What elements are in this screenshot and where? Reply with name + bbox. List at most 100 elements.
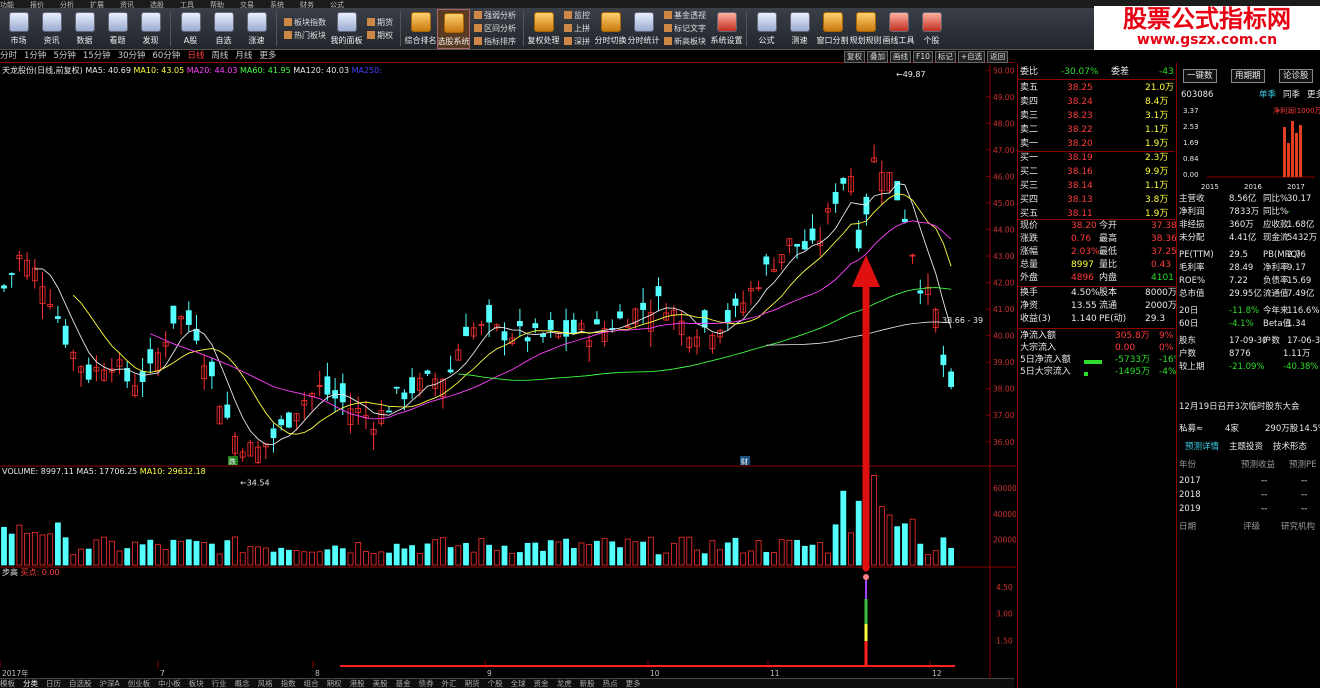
bottom-tab[interactable]: 外汇 [442, 679, 457, 688]
bottom-tab[interactable]: 模板 [0, 679, 15, 688]
menu-item[interactable]: 选股 [150, 1, 164, 8]
toolbar-small-button[interactable]: 板块指数 [284, 16, 326, 29]
period-tab[interactable]: 1分钟 [24, 51, 46, 61]
toolbar-button[interactable]: 我的面板 [330, 9, 363, 49]
menu-item[interactable]: 资讯 [120, 1, 134, 8]
bottom-tab[interactable]: 日历 [46, 679, 61, 688]
bottom-tab[interactable]: 期货 [465, 679, 480, 688]
bottom-tab[interactable]: 资金 [534, 679, 549, 688]
toolbar-small-button[interactable]: 监控 [564, 9, 590, 22]
menu-item[interactable]: 交易 [240, 1, 254, 8]
chart-tool-button[interactable]: 标记 [934, 51, 956, 63]
bottom-tab[interactable]: 美股 [373, 679, 388, 688]
period-tab[interactable]: 更多 [259, 51, 276, 61]
bottom-tab[interactable]: 行业 [212, 679, 227, 688]
bottom-tab[interactable]: 更多 [626, 679, 641, 688]
toolbar-button[interactable]: 个股 [915, 9, 948, 49]
chart-tool-button[interactable]: +自选 [957, 51, 986, 63]
bottom-tab[interactable]: 风格 [258, 679, 273, 688]
toolbar-small-button[interactable]: 期货 [367, 16, 393, 29]
toolbar-button[interactable]: 测速 [783, 9, 816, 49]
period-tab[interactable]: 月线 [235, 51, 252, 61]
toolbar-small-button[interactable]: 深拼 [564, 35, 590, 48]
toolbar-button[interactable]: 看题 [101, 9, 134, 49]
bottom-tab[interactable]: 分类 [23, 679, 38, 688]
chart-tool-button[interactable]: 画线 [890, 51, 911, 63]
period-tab[interactable]: 日线 [187, 51, 204, 61]
menu-item[interactable]: 扩展 [90, 1, 104, 8]
toolbar-button[interactable]: 规划规则 [849, 9, 882, 49]
bottom-tab[interactable]: 概念 [235, 679, 250, 688]
bottom-tab[interactable]: 个股 [488, 679, 503, 688]
toolbar-small-button[interactable]: 强弱分析 [474, 9, 516, 22]
toolbar-button[interactable]: 画线工具 [882, 9, 915, 49]
toolbar-small-button[interactable]: 区间分析 [474, 22, 516, 35]
bottom-tab[interactable]: 基金 [396, 679, 411, 688]
toolbar-button[interactable]: 系统设置 [710, 9, 743, 49]
menu-item[interactable]: 报价 [30, 1, 44, 8]
toolbar-button[interactable]: 复权处理 [527, 9, 560, 49]
f10-tab[interactable]: 同季 [1283, 89, 1300, 101]
toolbar-button[interactable]: 选股系统 [437, 8, 470, 49]
toolbar-button[interactable]: 发现 [134, 9, 167, 49]
toolbar-small-button[interactable]: 期权 [367, 29, 393, 42]
bottom-tab[interactable]: 龙虎 [557, 679, 572, 688]
bottom-tab[interactable]: 港股 [350, 679, 365, 688]
toolbar-button[interactable]: 分时切换 [594, 9, 627, 49]
menu-item[interactable]: 公式 [330, 1, 344, 8]
chart-tool-button[interactable]: 叠加 [867, 51, 888, 63]
bottom-tab[interactable]: 板块 [189, 679, 204, 688]
toolbar-button[interactable]: 窗口分割 [816, 9, 849, 49]
bottom-tab[interactable]: 创业板 [128, 679, 151, 688]
toolbar-small-button[interactable]: 指标排序 [474, 35, 516, 48]
bottom-tab[interactable]: 组合 [304, 679, 319, 688]
toolbar-button[interactable]: 数据 [68, 9, 101, 49]
toolbar-button[interactable]: 自选 [207, 9, 240, 49]
period-tab[interactable]: 分时 [0, 51, 17, 61]
kline-chart[interactable]: 50.00 49.00 48.00 47.00 46.00 45.00 44.00 43.00… [0, 65, 1016, 678]
bottom-tab[interactable]: 自选股 [69, 679, 92, 688]
bottom-tab[interactable]: 期权 [327, 679, 342, 688]
toolbar-button[interactable]: 综合排名 [404, 9, 437, 49]
toolbar-small-button[interactable]: 基金透视 [664, 9, 706, 22]
bottom-tab[interactable]: 沪深A [100, 679, 120, 688]
bottom-tab[interactable]: 新股 [580, 679, 595, 688]
f10-tab[interactable]: 更多 [1307, 89, 1320, 101]
chart-tool-button[interactable]: F10 [913, 51, 933, 63]
f10-subtab[interactable]: 技术形态 [1273, 441, 1307, 453]
menu-item[interactable]: 帮助 [210, 1, 224, 8]
period-tab[interactable]: 5分钟 [53, 51, 75, 61]
toolbar-button[interactable]: 涨速 [240, 9, 273, 49]
toolbar-small-button[interactable]: 标记文字 [664, 22, 706, 35]
period-tab[interactable]: 60分钟 [153, 51, 181, 61]
f10-button[interactable]: 用期期 [1231, 69, 1265, 83]
menu-item[interactable]: 财务 [300, 1, 314, 8]
bottom-tab[interactable]: 债券 [419, 679, 434, 688]
bottom-tab[interactable]: 全球 [511, 679, 526, 688]
toolbar-button[interactable]: 市场 [2, 9, 35, 49]
menu-item[interactable]: 工具 [180, 1, 194, 8]
f10-subtab[interactable]: 主题投资 [1229, 441, 1263, 453]
f10-tab[interactable]: 单季 [1259, 89, 1276, 101]
toolbar-button[interactable]: 资讯 [35, 9, 68, 49]
period-tab[interactable]: 15分钟 [83, 51, 111, 61]
f10-subtab[interactable]: 预测详情 [1185, 441, 1219, 453]
toolbar-small-button[interactable]: 上拼 [564, 22, 590, 35]
bottom-tab[interactable]: 指数 [281, 679, 296, 688]
menu-item[interactable]: 分析 [60, 1, 74, 8]
chart-tool-button[interactable]: 复权 [844, 51, 865, 63]
period-tab[interactable]: 30分钟 [118, 51, 146, 61]
toolbar-button[interactable]: 分时统计 [627, 9, 660, 49]
toolbar-small-button[interactable]: 热门板块 [284, 29, 326, 42]
f10-button[interactable]: 一键数 [1183, 69, 1217, 83]
bottom-tab[interactable]: 中小板 [158, 679, 181, 688]
toolbar-button[interactable]: A股 [174, 9, 207, 49]
toolbar-small-button[interactable]: 新高板块 [664, 35, 706, 48]
f10-button[interactable]: 论诊股 [1279, 69, 1313, 83]
menu-item[interactable]: 系统 [270, 1, 284, 8]
chart-tool-button[interactable]: 返回 [987, 51, 1009, 63]
period-tab[interactable]: 周线 [211, 51, 228, 61]
bottom-tab[interactable]: 热点 [603, 679, 618, 688]
menu-item[interactable]: 功能 [0, 1, 14, 8]
toolbar-button[interactable]: 公式 [750, 9, 783, 49]
